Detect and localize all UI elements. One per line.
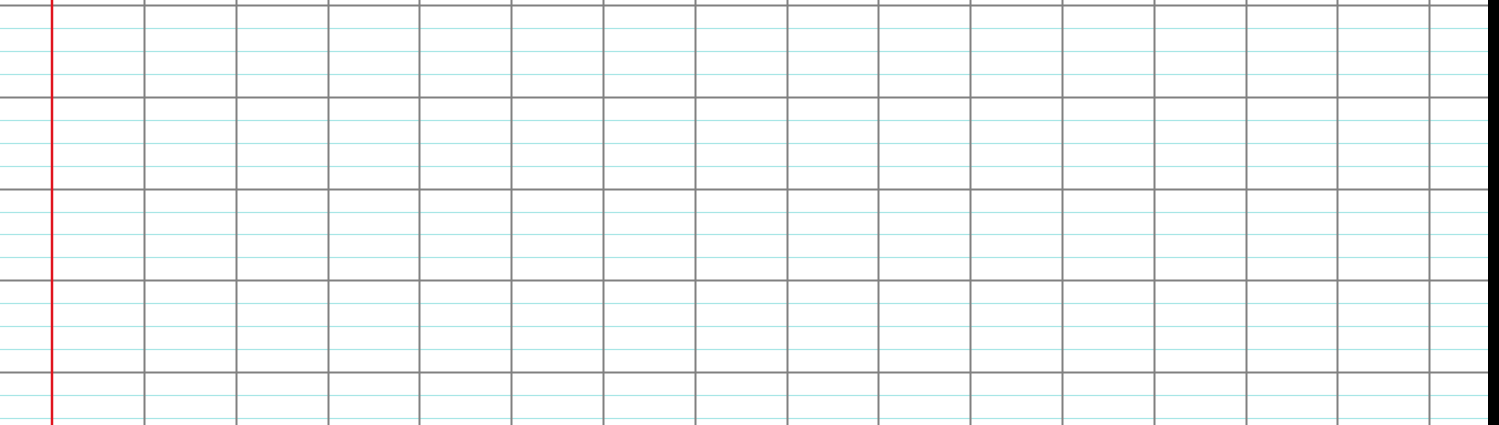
page-edge-border bbox=[1488, 0, 1499, 425]
ruled-paper bbox=[0, 0, 1488, 425]
notebook-grid bbox=[0, 0, 1488, 425]
